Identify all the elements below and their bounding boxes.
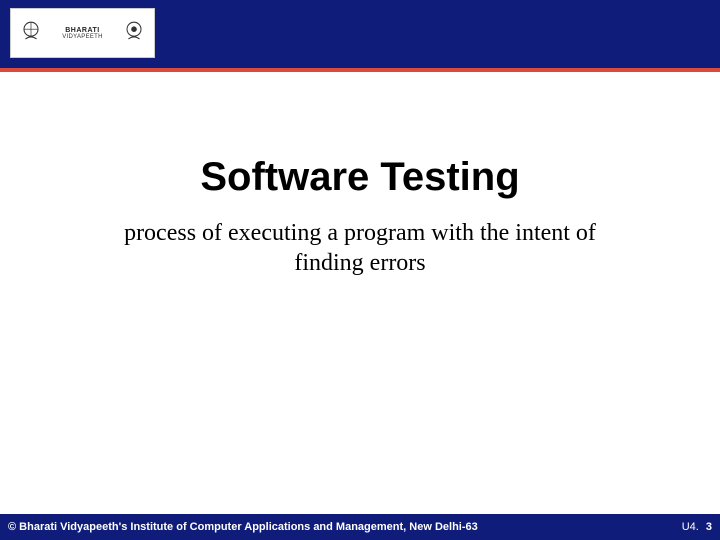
footer-copyright: © Bharati Vidyapeeth's Institute of Comp… [8,521,478,533]
logo-text-top: BHARATI [47,27,118,34]
institute-logo: BHARATI VIDYAPEETH [10,8,155,58]
header-band: BHARATI VIDYAPEETH [0,0,720,68]
header-divider [0,68,720,72]
footer-bar: © Bharati Vidyapeeth's Institute of Comp… [0,514,720,540]
slide-title: Software Testing [60,155,660,200]
footer-page-info: U4. 3 [682,521,712,533]
emblem-right-icon [118,12,150,54]
slide-content: Software Testing process of executing a … [0,155,720,278]
slide-subtitle: process of executing a program with the … [60,218,660,278]
footer-page-number: 3 [706,521,712,533]
logo-text-bottom: VIDYAPEETH [47,34,118,40]
footer-unit-label: U4. [682,521,699,533]
emblem-left-icon [15,12,47,54]
logo-text: BHARATI VIDYAPEETH [47,27,118,40]
